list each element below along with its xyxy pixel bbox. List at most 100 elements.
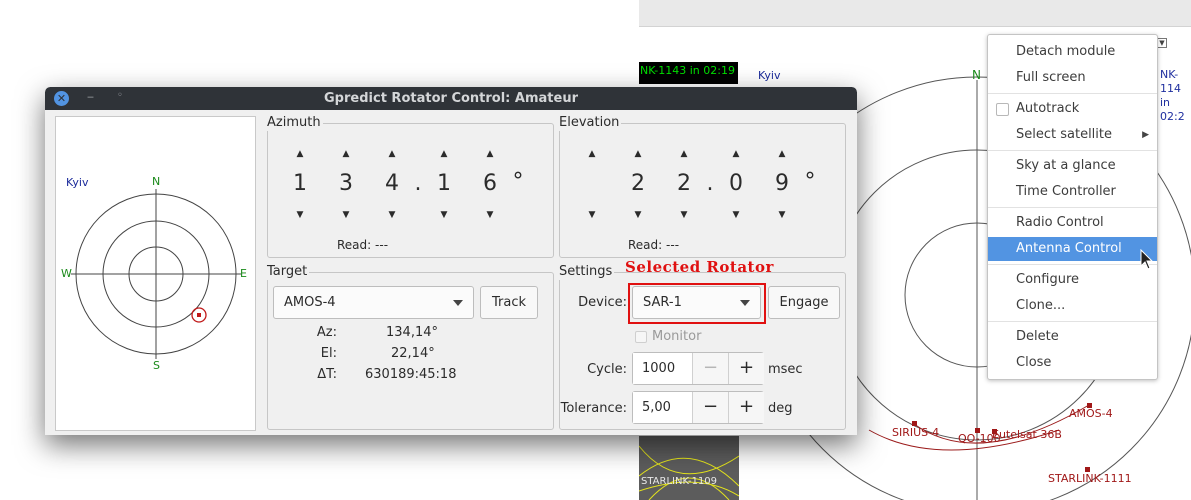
- target-dt-value: 630189:45:18: [365, 367, 457, 382]
- menu-item-autotrack[interactable]: Autotrack: [988, 97, 1157, 121]
- next-pass-right-line1: NK-114: [1160, 68, 1181, 95]
- el-digit: 2: [677, 171, 691, 196]
- qth-label: Kyiv: [758, 69, 781, 82]
- el-decimal-point: .: [706, 171, 714, 196]
- polar-west-label: W: [61, 267, 72, 280]
- el-digit: 9: [775, 171, 789, 196]
- monitor-checkbox[interactable]: [635, 331, 647, 343]
- az-digit-up-arrow[interactable]: ▲: [336, 149, 356, 159]
- polar-south-label: S: [153, 359, 160, 372]
- target-satellite-dropdown[interactable]: AMOS-4: [273, 286, 474, 319]
- next-pass-banner: NK-1143 in 02:19: [639, 62, 738, 84]
- cycle-increment-button[interactable]: +: [728, 353, 764, 384]
- az-digit-down-arrow[interactable]: ▼: [434, 210, 454, 220]
- polar-plot-graphic: [71, 189, 241, 359]
- az-digit: 6: [483, 171, 497, 196]
- target-el-value: 22,14°: [391, 346, 435, 361]
- el-digit: 0: [729, 171, 743, 196]
- sat-label: AMOS-4: [1069, 407, 1113, 420]
- cycle-spinbutton[interactable]: 1000 − +: [632, 352, 764, 385]
- el-read-value: ---: [666, 238, 680, 252]
- cycle-input[interactable]: 1000: [633, 353, 693, 384]
- az-decimal-point: .: [414, 171, 422, 196]
- az-read-label-text: Read:: [337, 238, 372, 252]
- cycle-unit: msec: [768, 362, 803, 377]
- az-degree-symbol: °: [512, 169, 524, 194]
- az-digit-down-arrow[interactable]: ▼: [290, 210, 310, 220]
- autotrack-checkbox[interactable]: [996, 103, 1009, 116]
- window-titlebar[interactable]: Gpredict Rotator Control: Amateur ✕ ‒ ◦: [45, 87, 857, 110]
- tolerance-input[interactable]: 5,00: [633, 392, 693, 423]
- polar-qth-label: Kyiv: [66, 176, 89, 189]
- settings-title: Settings: [557, 264, 615, 280]
- az-digit: 3: [339, 171, 353, 196]
- target-title: Target: [265, 264, 310, 280]
- target-dt-label: ΔT:: [317, 367, 337, 382]
- menu-item-full-screen[interactable]: Full screen: [988, 66, 1157, 90]
- el-read-label-text: Read:: [628, 238, 663, 252]
- minimize-window-icon[interactable]: ‒: [87, 90, 94, 103]
- menu-separator: [988, 264, 1157, 265]
- el-digit-up-arrow[interactable]: ▲: [628, 149, 648, 159]
- el-degree-symbol: °: [804, 169, 816, 194]
- az-digit: 1: [437, 171, 451, 196]
- menu-item-detach-module[interactable]: Detach module: [988, 40, 1157, 64]
- track-button[interactable]: Track: [480, 286, 538, 319]
- sat-label: STARLINK-1111: [1048, 472, 1132, 485]
- el-digit-up-arrow[interactable]: ▲: [674, 149, 694, 159]
- el-digit-down-arrow[interactable]: ▼: [628, 210, 648, 220]
- polar-north-label: N: [152, 175, 161, 188]
- sat-label: Eutelsat 36B: [992, 428, 1062, 441]
- sat-label: SIRIUS-4: [892, 426, 940, 439]
- selected-rotator-annotation-box: [628, 283, 766, 324]
- tolerance-unit: deg: [768, 401, 793, 416]
- menu-item-radio-control[interactable]: Radio Control: [988, 211, 1157, 235]
- el-digit-up-arrow[interactable]: ▲: [582, 149, 602, 159]
- el-digit-down-arrow[interactable]: ▼: [674, 210, 694, 220]
- el-digit-down-arrow[interactable]: ▼: [726, 210, 746, 220]
- menu-separator: [988, 150, 1157, 151]
- menu-item-antenna-control[interactable]: Antenna Control: [988, 237, 1157, 261]
- menu-separator: [988, 207, 1157, 208]
- dropdown-arrow-icon: [453, 300, 463, 306]
- az-digit-up-arrow[interactable]: ▲: [382, 149, 402, 159]
- next-pass-right-line2: in 02:2: [1160, 96, 1185, 123]
- maximize-window-icon[interactable]: ◦: [117, 90, 123, 101]
- next-pass-banner-right: NK-114 in 02:2: [1160, 68, 1191, 124]
- menu-item-clone[interactable]: Clone...: [988, 294, 1157, 318]
- menu-item-sky-at-a-glance[interactable]: Sky at a glance: [988, 154, 1157, 178]
- window-title: Gpredict Rotator Control: Amateur: [324, 91, 578, 106]
- az-digit-down-arrow[interactable]: ▼: [336, 210, 356, 220]
- menu-item-configure[interactable]: Configure: [988, 268, 1157, 292]
- tolerance-decrement-button[interactable]: −: [692, 392, 728, 423]
- menu-item-delete[interactable]: Delete: [988, 325, 1157, 349]
- tolerance-increment-button[interactable]: +: [728, 392, 764, 423]
- menu-item-time-controller[interactable]: Time Controller: [988, 180, 1157, 204]
- target-satellite-value: AMOS-4: [284, 295, 336, 310]
- device-label: Device:: [578, 295, 627, 310]
- engage-button[interactable]: Engage: [768, 286, 840, 319]
- menu-item-select-satellite[interactable]: Select satellite ▶: [988, 123, 1157, 147]
- cycle-label: Cycle:: [587, 362, 627, 377]
- el-digit-down-arrow[interactable]: ▼: [772, 210, 792, 220]
- menu-separator: [988, 93, 1157, 94]
- az-digit-up-arrow[interactable]: ▲: [290, 149, 310, 159]
- az-digit-down-arrow[interactable]: ▼: [480, 210, 500, 220]
- cycle-decrement-button[interactable]: −: [692, 353, 728, 384]
- el-digit-up-arrow[interactable]: ▲: [726, 149, 746, 159]
- az-read-value: ---: [375, 238, 389, 252]
- monitor-label: Monitor: [652, 329, 702, 344]
- az-digit-up-arrow[interactable]: ▲: [434, 149, 454, 159]
- target-az-value: 134,14°: [386, 325, 438, 340]
- el-digit-down-arrow[interactable]: ▼: [582, 210, 602, 220]
- module-context-menu: Detach module Full screen Autotrack Sele…: [987, 34, 1158, 380]
- target-az-label: Az:: [316, 325, 337, 340]
- menu-item-close[interactable]: Close: [988, 351, 1157, 375]
- el-digit: 2: [631, 171, 645, 196]
- tolerance-spinbutton[interactable]: 5,00 − +: [632, 391, 764, 424]
- az-digit-down-arrow[interactable]: ▼: [382, 210, 402, 220]
- close-window-icon[interactable]: ✕: [54, 91, 69, 106]
- az-digit: 4: [385, 171, 399, 196]
- az-digit-up-arrow[interactable]: ▲: [480, 149, 500, 159]
- el-digit-up-arrow[interactable]: ▲: [772, 149, 792, 159]
